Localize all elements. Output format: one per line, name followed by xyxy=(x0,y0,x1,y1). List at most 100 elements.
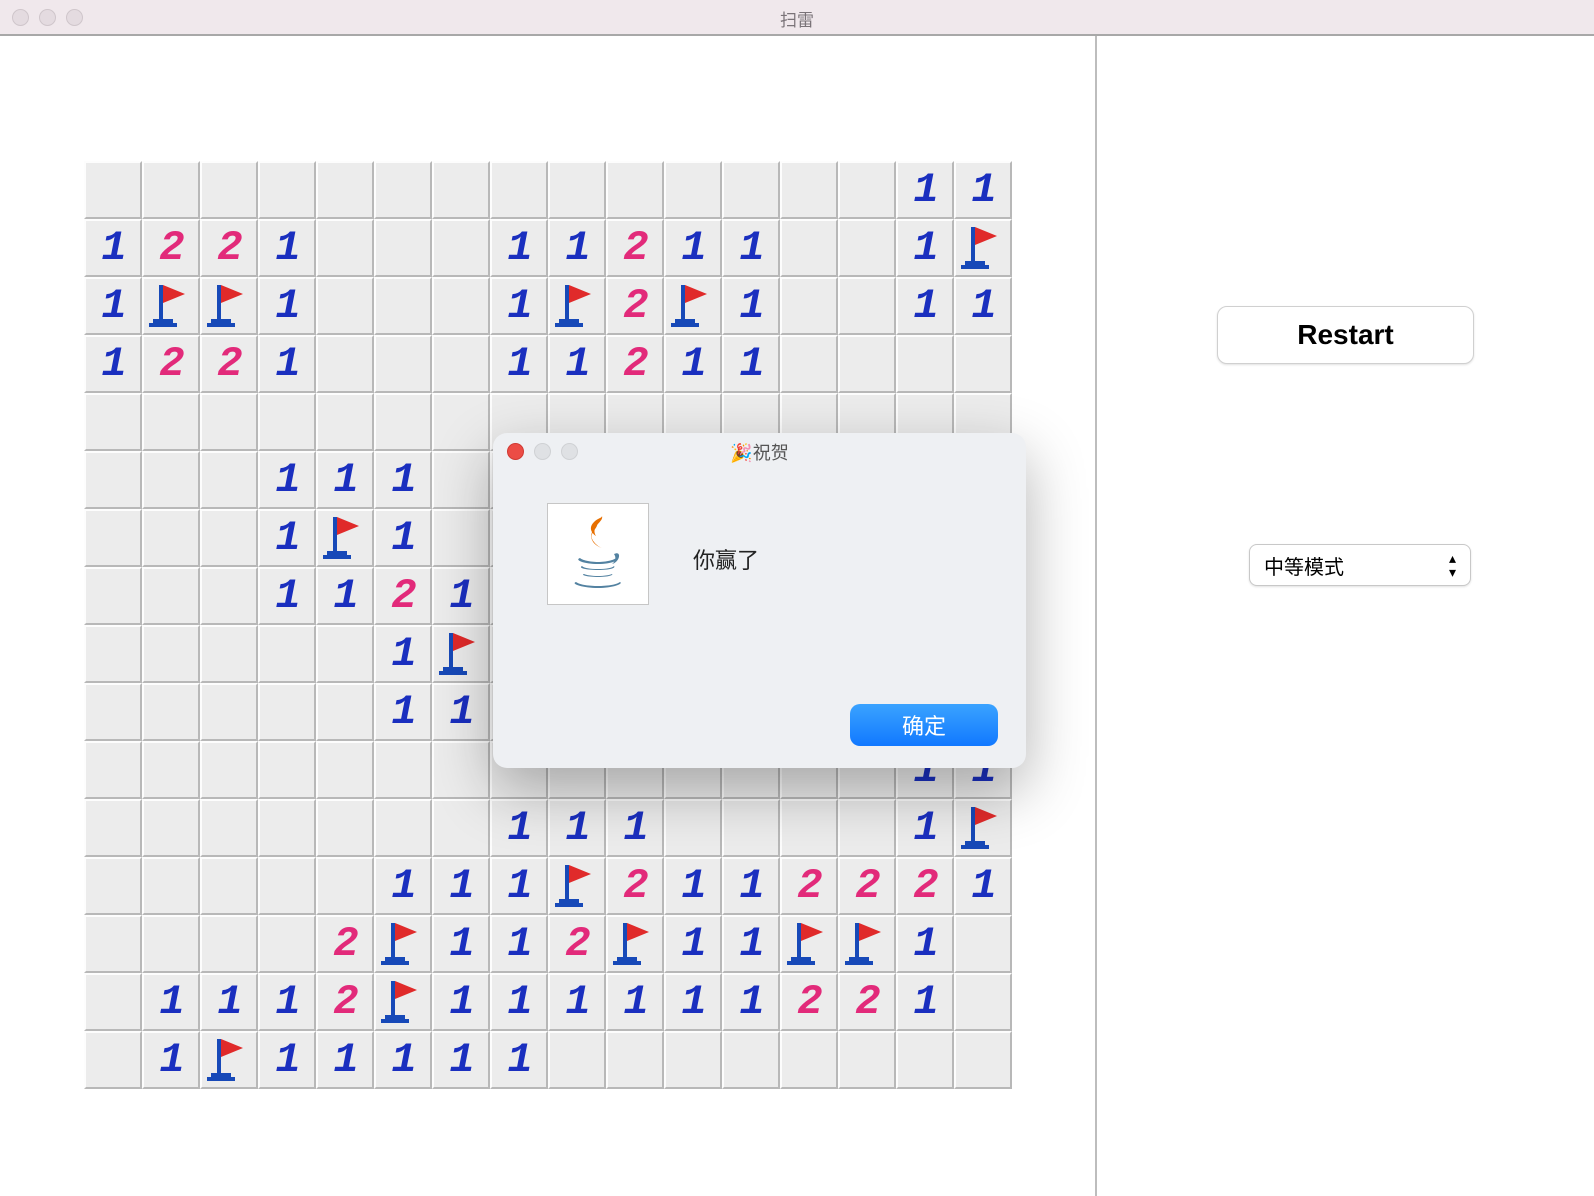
cell-number[interactable]: 1 xyxy=(664,915,722,973)
cell-number[interactable]: 2 xyxy=(548,915,606,973)
cell[interactable] xyxy=(374,799,432,857)
cell-number[interactable]: 1 xyxy=(896,799,954,857)
cell[interactable] xyxy=(780,1031,838,1089)
cell-flag[interactable] xyxy=(432,625,490,683)
cell[interactable] xyxy=(838,219,896,277)
cell-flag[interactable] xyxy=(954,799,1012,857)
cell-flag[interactable] xyxy=(200,1031,258,1089)
cell[interactable] xyxy=(142,625,200,683)
cell[interactable] xyxy=(838,1031,896,1089)
cell[interactable] xyxy=(84,683,142,741)
cell[interactable] xyxy=(142,161,200,219)
cell[interactable] xyxy=(432,393,490,451)
cell-number[interactable]: 1 xyxy=(490,915,548,973)
cell-number[interactable]: 2 xyxy=(374,567,432,625)
cell[interactable] xyxy=(84,393,142,451)
cell[interactable] xyxy=(258,683,316,741)
cell-number[interactable]: 1 xyxy=(954,857,1012,915)
cell[interactable] xyxy=(200,393,258,451)
cell-number[interactable]: 2 xyxy=(606,857,664,915)
cell-number[interactable]: 1 xyxy=(722,973,780,1031)
cell[interactable] xyxy=(142,393,200,451)
cell-flag[interactable] xyxy=(316,509,374,567)
cell[interactable] xyxy=(316,393,374,451)
cell-number[interactable]: 1 xyxy=(548,335,606,393)
cell-number[interactable]: 2 xyxy=(142,219,200,277)
cell-number[interactable]: 1 xyxy=(548,219,606,277)
cell[interactable] xyxy=(142,509,200,567)
cell-number[interactable]: 1 xyxy=(374,451,432,509)
cell[interactable] xyxy=(316,857,374,915)
cell[interactable] xyxy=(374,161,432,219)
cell[interactable] xyxy=(954,915,1012,973)
cell[interactable] xyxy=(200,451,258,509)
cell[interactable] xyxy=(142,741,200,799)
cell[interactable] xyxy=(374,277,432,335)
cell[interactable] xyxy=(374,335,432,393)
cell[interactable] xyxy=(954,973,1012,1031)
cell-number[interactable]: 1 xyxy=(722,335,780,393)
cell[interactable] xyxy=(316,335,374,393)
cell[interactable] xyxy=(200,567,258,625)
cell-flag[interactable] xyxy=(200,277,258,335)
cell-number[interactable]: 2 xyxy=(838,973,896,1031)
cell-number[interactable]: 2 xyxy=(200,335,258,393)
cell-number[interactable]: 1 xyxy=(722,219,780,277)
cell[interactable] xyxy=(664,799,722,857)
cell[interactable] xyxy=(200,915,258,973)
cell[interactable] xyxy=(432,335,490,393)
cell-number[interactable]: 1 xyxy=(316,451,374,509)
cell[interactable] xyxy=(722,161,780,219)
cell[interactable] xyxy=(606,1031,664,1089)
cell-flag[interactable] xyxy=(664,277,722,335)
cell[interactable] xyxy=(432,509,490,567)
cell[interactable] xyxy=(84,973,142,1031)
cell[interactable] xyxy=(316,799,374,857)
cell-number[interactable]: 1 xyxy=(432,973,490,1031)
cell-number[interactable]: 2 xyxy=(200,219,258,277)
cell-number[interactable]: 1 xyxy=(896,915,954,973)
cell-number[interactable]: 2 xyxy=(142,335,200,393)
cell-number[interactable]: 1 xyxy=(374,683,432,741)
cell-number[interactable]: 1 xyxy=(316,1031,374,1089)
cell[interactable] xyxy=(142,451,200,509)
cell-number[interactable]: 2 xyxy=(316,915,374,973)
cell-number[interactable]: 1 xyxy=(84,277,142,335)
cell-flag[interactable] xyxy=(142,277,200,335)
cell[interactable] xyxy=(316,625,374,683)
cell-number[interactable]: 2 xyxy=(606,219,664,277)
cell[interactable] xyxy=(258,915,316,973)
cell[interactable] xyxy=(200,741,258,799)
cell[interactable] xyxy=(780,219,838,277)
cell[interactable] xyxy=(606,161,664,219)
cell[interactable] xyxy=(316,741,374,799)
cell[interactable] xyxy=(316,219,374,277)
cell-number[interactable]: 1 xyxy=(664,973,722,1031)
cell-number[interactable]: 1 xyxy=(432,915,490,973)
cell[interactable] xyxy=(838,161,896,219)
cell-number[interactable]: 1 xyxy=(258,277,316,335)
cell[interactable] xyxy=(316,161,374,219)
restart-button[interactable]: Restart xyxy=(1217,306,1474,364)
cell-number[interactable]: 1 xyxy=(490,857,548,915)
cell-number[interactable]: 1 xyxy=(896,161,954,219)
cell[interactable] xyxy=(374,219,432,277)
cell-number[interactable]: 1 xyxy=(142,1031,200,1089)
cell-flag[interactable] xyxy=(606,915,664,973)
cell[interactable] xyxy=(258,625,316,683)
cell-flag[interactable] xyxy=(548,857,606,915)
cell[interactable] xyxy=(84,567,142,625)
cell[interactable] xyxy=(200,857,258,915)
cell-number[interactable]: 1 xyxy=(258,973,316,1031)
cell[interactable] xyxy=(258,161,316,219)
cell[interactable] xyxy=(316,683,374,741)
cell[interactable] xyxy=(780,335,838,393)
cell[interactable] xyxy=(838,335,896,393)
cell-flag[interactable] xyxy=(780,915,838,973)
cell-number[interactable]: 1 xyxy=(548,799,606,857)
cell-number[interactable]: 1 xyxy=(258,219,316,277)
cell-number[interactable]: 1 xyxy=(664,857,722,915)
cell[interactable] xyxy=(780,161,838,219)
cell-number[interactable]: 2 xyxy=(606,335,664,393)
cell-number[interactable]: 1 xyxy=(258,1031,316,1089)
